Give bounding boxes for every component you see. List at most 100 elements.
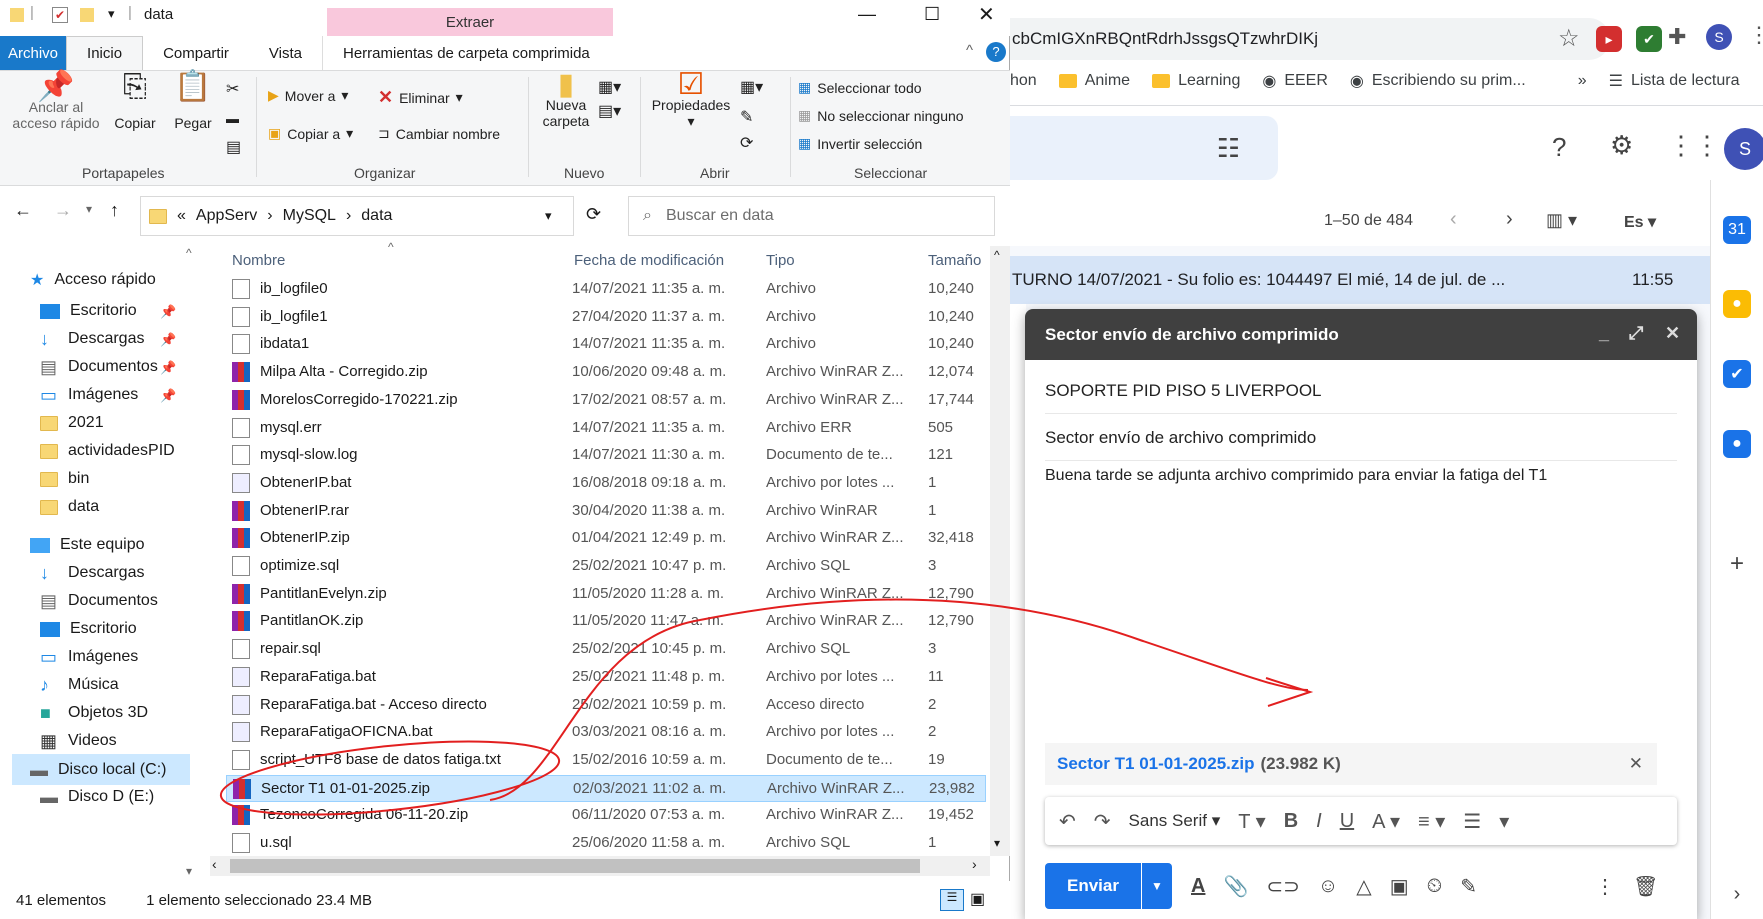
up-icon[interactable]: ↑	[110, 200, 119, 221]
bold-icon[interactable]: B	[1284, 810, 1298, 833]
new-folder-icon[interactable]	[80, 8, 94, 22]
file-row[interactable]: ib_logfile0 14/07/2021 11:35 a. m. Archivo…	[226, 276, 986, 303]
contacts-icon[interactable]: ●	[1723, 430, 1751, 458]
language-selector[interactable]: Es ▾	[1624, 212, 1656, 232]
col-size[interactable]: Tamaño	[928, 252, 981, 269]
collapse-ribbon-icon[interactable]: ^	[966, 42, 973, 59]
breadcrumb-overflow[interactable]: «	[177, 207, 186, 225]
nav-item[interactable]: 2021	[40, 414, 104, 432]
help-icon[interactable]: ?	[1552, 132, 1566, 163]
address-box[interactable]: « AppServ › MySQL › data ▾	[140, 196, 574, 236]
insert-link-icon[interactable]: ⊂⊃	[1266, 874, 1300, 899]
profile-avatar[interactable]: S	[1706, 24, 1732, 50]
attach-file-icon[interactable]: 📎	[1223, 874, 1248, 899]
copy-button[interactable]: ⎘ Copiar	[106, 72, 164, 132]
file-row[interactable]: TezoncoCorregida 06-11-20.zip 06/11/2020 …	[226, 802, 986, 829]
file-row[interactable]: optimize.sql 25/02/2021 10:47 p. m. Archiv…	[226, 553, 986, 580]
copy-path-icon[interactable]: ▬	[226, 111, 239, 126]
rename-button[interactable]: ⊐ Cambiar nombre	[378, 125, 500, 142]
nav-quick-access[interactable]: ★ Acceso rápido	[30, 270, 156, 290]
delete-button[interactable]: ✕ Eliminar ▾	[378, 87, 463, 108]
insert-photo-icon[interactable]: ▣	[1390, 874, 1409, 899]
bookmark-item[interactable]: Anime	[1058, 72, 1130, 90]
refresh-icon[interactable]: ⟳	[586, 204, 601, 225]
tab-herramientas[interactable]: Herramientas de carpeta comprimida	[322, 36, 610, 70]
file-row[interactable]: ObtenerIP.zip 01/04/2021 12:49 p. m. Archi…	[226, 525, 986, 552]
file-row[interactable]: ReparaFatigaOFICNA.bat 03/03/2021 08:16 a…	[226, 719, 986, 746]
nav-item[interactable]: ▭ Imágenes	[40, 386, 138, 404]
file-row[interactable]: mysql.err 14/07/2021 11:35 a. m. Archivo E…	[226, 415, 986, 442]
menu-dots-icon[interactable]: ⋮	[1748, 22, 1763, 48]
filter-icon[interactable]: ☷	[1217, 133, 1240, 164]
file-row[interactable]: ReparaFatiga.bat - Acceso directo 25/02/2…	[226, 692, 986, 719]
breadcrumb-item[interactable]: MySQL	[283, 207, 336, 225]
pin-button[interactable]: 📌 Anclar al acceso rápido	[10, 72, 102, 132]
emoji-icon[interactable]: ☺	[1318, 875, 1338, 898]
star-icon[interactable]: ☆	[1558, 24, 1580, 53]
send-button[interactable]: Enviar	[1045, 863, 1141, 909]
minimize-icon[interactable]: _	[1599, 323, 1609, 344]
forward-icon[interactable]: →	[54, 200, 72, 221]
file-row[interactable]: ib_logfile1 27/04/2020 11:37 a. m. Archivo…	[226, 304, 986, 331]
nav-item[interactable]: ♪ Música	[40, 676, 119, 694]
account-avatar[interactable]: S	[1724, 128, 1763, 170]
nav-item[interactable]: ▤ Documentos	[40, 592, 158, 610]
underline-icon[interactable]: U	[1340, 810, 1354, 833]
file-row[interactable]: PantitlanEvelyn.zip 11/05/2020 11:28 a. m…	[226, 581, 986, 608]
extension-icon[interactable]: ▸	[1596, 26, 1622, 52]
horizontal-scroll-thumb[interactable]	[230, 859, 920, 873]
paste-shortcut-icon[interactable]: ▤	[226, 137, 241, 157]
nav-item[interactable]: Escritorio	[40, 620, 137, 638]
col-name[interactable]: Nombre	[232, 252, 285, 269]
file-row[interactable]: ObtenerIP.bat 16/08/2018 09:18 a. m. Archi…	[226, 470, 986, 497]
font-selector[interactable]: Sans Serif ▾	[1129, 811, 1221, 831]
address-bar[interactable]: cbCmIGXnRBQntRdrhJssgsQTzwhrDIKj	[1010, 18, 1610, 60]
col-date[interactable]: Fecha de modificación	[574, 252, 724, 269]
nav-scroll-down-icon[interactable]: ▾	[186, 864, 192, 878]
drive-icon[interactable]: △	[1356, 874, 1371, 899]
message-body[interactable]: Buena tarde se adjunta archivo comprimid…	[1045, 467, 1677, 485]
nav-item[interactable]: ▤ Documentos	[40, 358, 158, 376]
subject-field[interactable]: Sector envío de archivo comprimido	[1045, 415, 1677, 461]
history-icon[interactable]: ⟳	[740, 133, 753, 153]
signature-icon[interactable]: ✎	[1460, 874, 1477, 899]
col-type[interactable]: Tipo	[766, 252, 795, 269]
confidential-icon[interactable]: ⏲	[1427, 875, 1443, 898]
invert-selection-button[interactable]: ▦ Invertir selección	[798, 135, 922, 152]
close-icon[interactable]: ✕	[1665, 323, 1680, 344]
nav-item[interactable]: ▭ Imágenes	[40, 648, 138, 666]
breadcrumb-item[interactable]: data	[361, 207, 392, 225]
shield-extension-icon[interactable]: ✔	[1636, 26, 1662, 52]
calendar-icon[interactable]: 31	[1723, 216, 1751, 244]
recent-locations-icon[interactable]: ▾	[86, 202, 92, 216]
search-input[interactable]: ⌕ Buscar en data	[628, 196, 995, 236]
file-row[interactable]: MorelosCorregido-170221.zip 17/02/2021 08…	[226, 387, 986, 414]
nav-item-selected[interactable]: ▬ Disco local (C:)	[12, 754, 190, 785]
nav-this-pc[interactable]: Este equipo	[30, 536, 145, 554]
scroll-up-icon[interactable]: ^	[994, 248, 1000, 262]
bookmark-item[interactable]: Learning	[1152, 72, 1240, 90]
mail-list-row[interactable]: TURNO 14/07/2021 - Su folio es: 1044497 …	[1010, 256, 1710, 304]
maximize-button[interactable]: ☐	[924, 4, 940, 25]
back-icon[interactable]: ←	[14, 200, 32, 221]
file-row[interactable]: repair.sql 25/02/2021 10:45 p. m. Archivo …	[226, 636, 986, 663]
puzzle-icon[interactable]: ✚	[1668, 24, 1686, 50]
nav-item[interactable]: data	[40, 498, 99, 516]
formatting-options-icon[interactable]: A	[1191, 875, 1205, 898]
minimize-button[interactable]: —	[858, 4, 876, 25]
scroll-right-icon[interactable]: ›	[972, 856, 977, 872]
edit-icon[interactable]: ✎	[740, 107, 753, 127]
file-row[interactable]: ibdata1 14/07/2021 11:35 a. m. Archivo 10,2…	[226, 331, 986, 358]
expand-panel-icon[interactable]: ›	[1723, 880, 1751, 908]
gear-icon[interactable]: ⚙	[1610, 130, 1633, 161]
help-icon[interactable]: ?	[986, 42, 1006, 62]
new-folder-button[interactable]: ▮ Nueva carpeta	[536, 70, 596, 130]
file-row[interactable]: script_UTF8 base de datos fatiga.txt 15/0…	[226, 747, 986, 774]
tab-vista[interactable]: Vista	[249, 36, 322, 70]
select-none-button[interactable]: ▦ No seleccionar ninguno	[798, 107, 964, 124]
large-icons-view-icon[interactable]: ▣	[970, 889, 985, 909]
reading-list[interactable]: ☰ Lista de lectura	[1609, 71, 1740, 91]
nav-item[interactable]: ▦ Videos	[40, 732, 117, 750]
to-field[interactable]: SOPORTE PID PISO 5 LIVERPOOL	[1045, 368, 1677, 414]
properties-button[interactable]: ☑ Propiedades ▾	[648, 70, 734, 130]
